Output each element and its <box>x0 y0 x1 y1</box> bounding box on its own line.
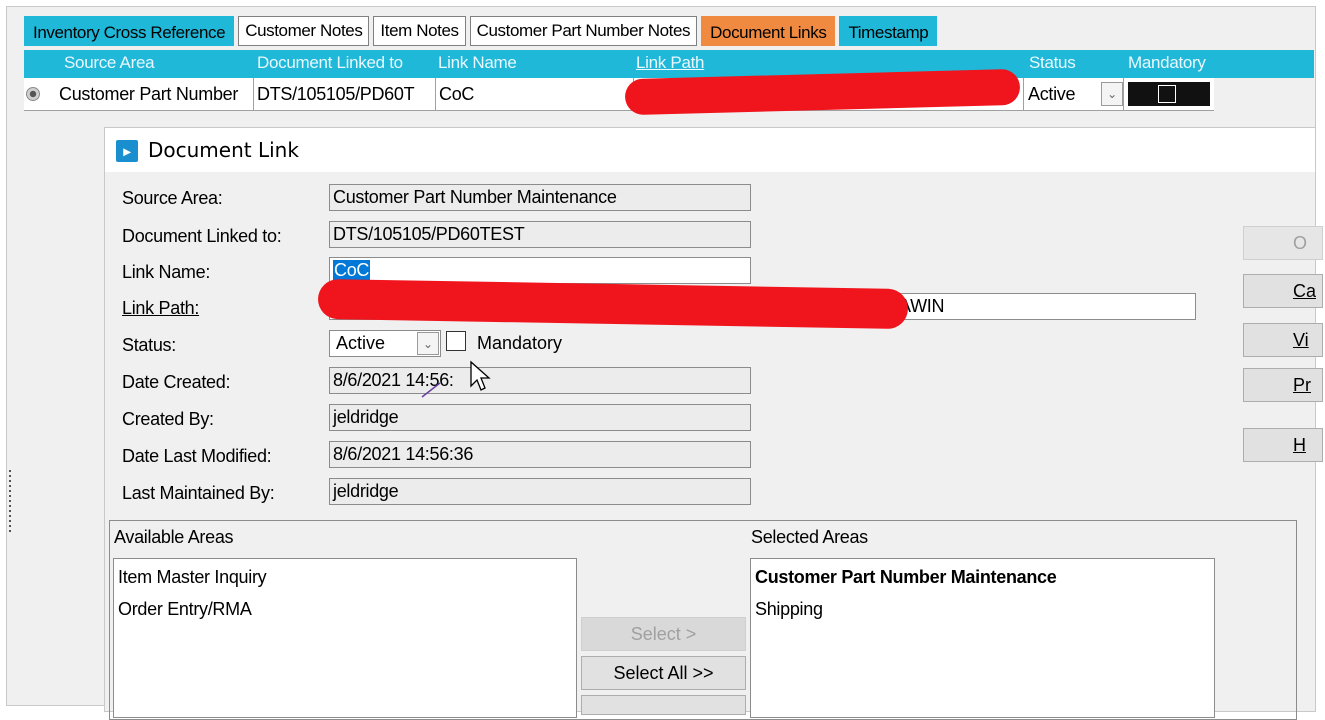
checkbox-box-icon <box>1158 85 1176 103</box>
document-linked-to-field: DTS/105105/PD60TEST <box>329 221 751 248</box>
chevron-down-icon[interactable]: ⌄ <box>1101 82 1123 106</box>
row-selector-icon[interactable] <box>26 87 40 101</box>
grid-header: Source Area Document Linked to Link Name… <box>24 50 1314 78</box>
cell-mandatory[interactable] <box>1124 78 1214 111</box>
cell-link-name: CoC <box>436 78 634 111</box>
label-last-maintained-by: Last Maintained By: <box>122 483 275 503</box>
label-created-by: Created By: <box>122 409 214 429</box>
label-date-last-modified: Date Last Modified: <box>122 446 272 466</box>
selected-areas-list[interactable]: Customer Part Number Maintenance Shippin… <box>750 558 1215 718</box>
tab-timestamp[interactable]: Timestamp <box>839 16 938 46</box>
label-status: Status: <box>122 335 176 355</box>
date-created-field: 8/6/2021 14:56: <box>329 367 751 394</box>
help-button[interactable]: H <box>1243 428 1323 462</box>
column-header-mandatory[interactable]: Mandatory <box>1128 53 1206 73</box>
label-date-created: Date Created: <box>122 372 231 392</box>
label-source-area: Source Area: <box>122 188 223 208</box>
tab-strip: Inventory Cross Reference Customer Notes… <box>24 14 1314 46</box>
cancel-button[interactable]: Ca <box>1243 274 1323 308</box>
date-last-modified-field: 8/6/2021 14:56:36 <box>329 441 751 468</box>
print-button[interactable]: Pr <box>1243 368 1323 402</box>
dialog-title: Document Link <box>148 138 299 162</box>
remove-all-button[interactable] <box>581 695 746 715</box>
selected-areas-label: Selected Areas <box>751 527 868 547</box>
last-maintained-by-field: jeldridge <box>329 478 751 505</box>
tab-document-links[interactable]: Document Links <box>701 16 836 46</box>
splitter-handle[interactable] <box>9 470 11 532</box>
column-header-status[interactable]: Status <box>1029 53 1076 73</box>
tab-customer-notes[interactable]: Customer Notes <box>238 16 370 46</box>
pen-mark-icon <box>421 382 441 398</box>
link-name-value: CoC <box>333 260 371 280</box>
tab-customer-part-number-notes[interactable]: Customer Part Number Notes <box>469 16 698 46</box>
column-header-link-path[interactable]: Link Path <box>636 53 704 73</box>
column-header-document-linked-to[interactable]: Document Linked to <box>257 53 403 73</box>
cell-source-area: Customer Part Number <box>56 78 254 111</box>
available-areas-list[interactable]: Item Master Inquiry Order Entry/RMA <box>113 558 577 718</box>
app-icon: ▸ <box>116 140 138 162</box>
tab-item-notes[interactable]: Item Notes <box>373 16 466 46</box>
list-item[interactable]: Customer Part Number Maintenance <box>755 567 1057 588</box>
list-item[interactable]: Shipping <box>755 599 823 620</box>
cell-status[interactable]: Active ⌄ <box>1024 78 1124 111</box>
view-button[interactable]: Vi <box>1243 323 1323 357</box>
mouse-cursor-icon <box>470 360 491 391</box>
list-item[interactable]: Order Entry/RMA <box>118 599 252 620</box>
cell-document-linked-to: DTS/105105/PD60T <box>254 78 436 111</box>
chevron-down-icon[interactable]: ⌄ <box>417 332 439 355</box>
status-select[interactable]: Active ⌄ <box>329 330 441 357</box>
ok-button[interactable]: O <box>1243 226 1323 260</box>
select-all-button[interactable]: Select All >> <box>581 656 746 690</box>
available-areas-label: Available Areas <box>114 527 234 547</box>
table-row[interactable]: Customer Part Number DTS/105105/PD60T Co… <box>24 78 1214 111</box>
cell-status-value: Active <box>1028 84 1076 104</box>
link-path-link[interactable]: Link Path: <box>122 298 199 319</box>
select-button[interactable]: Select > <box>581 617 746 651</box>
mandatory-checkbox[interactable] <box>1128 82 1210 106</box>
source-area-field: Customer Part Number Maintenance <box>329 184 751 211</box>
column-header-source-area[interactable]: Source Area <box>64 53 155 73</box>
column-header-link-name[interactable]: Link Name <box>438 53 517 73</box>
tab-inventory-cross-reference[interactable]: Inventory Cross Reference <box>24 16 235 46</box>
mandatory-label[interactable]: Mandatory <box>477 333 562 354</box>
label-link-name: Link Name: <box>122 262 211 282</box>
created-by-field: jeldridge <box>329 404 751 431</box>
label-document-linked-to: Document Linked to: <box>122 226 282 246</box>
mandatory-checkbox[interactable] <box>446 331 466 351</box>
status-value: Active <box>336 333 386 353</box>
list-item[interactable]: Item Master Inquiry <box>118 567 267 588</box>
